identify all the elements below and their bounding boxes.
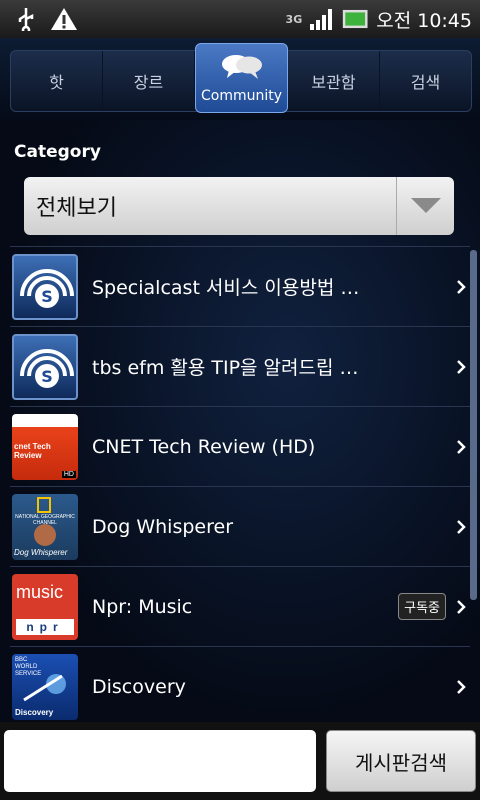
- tab-hot[interactable]: 핫: [11, 51, 103, 111]
- item-title: Npr: Music: [92, 595, 193, 618]
- community-list: S Specialcast 서비스 이용방법 … S tbs efm 활용 TI…: [10, 246, 470, 726]
- tab-label: 핫: [49, 73, 64, 92]
- status-bar: 3G 오전 10:45: [0, 0, 480, 38]
- scrollbar[interactable]: [470, 250, 477, 600]
- chevron-right-icon: [452, 598, 470, 616]
- item-title: Discovery: [92, 675, 186, 698]
- thumb-text: cnet Tech Review: [14, 441, 51, 460]
- chevron-right-icon: [452, 518, 470, 536]
- tab-label: 장르: [133, 73, 164, 92]
- dropdown-arrow-icon[interactable]: [396, 177, 454, 235]
- battery-icon: [342, 5, 370, 33]
- cnet-tech-review-thumbnail: cnet Tech Review HD: [12, 413, 78, 480]
- tab-label: 보관함: [311, 73, 356, 92]
- chevron-right-icon: [452, 278, 470, 296]
- chevron-right-icon: [452, 358, 470, 376]
- subscribed-badge: 구독중: [398, 593, 446, 620]
- category-label: Category: [14, 142, 101, 162]
- board-search-input[interactable]: [4, 730, 316, 792]
- svg-text:S: S: [41, 287, 53, 306]
- thumb-tag: npr: [26, 619, 64, 634]
- tab-genre[interactable]: 장르: [103, 51, 195, 111]
- list-item[interactable]: cnet Tech Review HD CNET Tech Review (HD…: [10, 406, 470, 486]
- chevron-right-icon: [452, 438, 470, 456]
- network-type-label: 3G: [285, 12, 303, 26]
- item-title: Dog Whisperer: [92, 515, 234, 538]
- nat-geo-logo: [37, 496, 51, 513]
- bbc-discovery-thumbnail: BBC WORLD SERVICE Discovery: [12, 653, 78, 720]
- tab-bar: 핫 장르 Community 보관함 검색: [0, 38, 480, 120]
- npr-music-thumbnail: music npr: [12, 573, 78, 640]
- category-selected-value: 전체보기: [36, 196, 117, 221]
- thumb-tag: Dog Whisperer: [14, 547, 68, 557]
- list-item[interactable]: NATIONAL GEOGRAPHIC CHANNEL Dog Whispere…: [10, 486, 470, 566]
- chevron-right-icon: [452, 678, 470, 696]
- item-title: tbs efm 활용 TIP을 알려드립 …: [92, 357, 359, 379]
- tab-search[interactable]: 검색: [380, 51, 471, 111]
- specialcast-logo: S: [12, 333, 78, 400]
- specialcast-logo: S: [12, 253, 78, 320]
- svg-text:S: S: [41, 367, 53, 386]
- usb-icon: [12, 5, 40, 33]
- tab-label: Community: [200, 88, 283, 104]
- chat-bubbles-icon: [219, 52, 265, 86]
- tab-library[interactable]: 보관함: [288, 51, 380, 111]
- list-item[interactable]: S tbs efm 활용 TIP을 알려드립 …: [10, 326, 470, 406]
- list-item[interactable]: music npr Npr: Music 구독중: [10, 566, 470, 646]
- tab-label: 검색: [410, 73, 441, 92]
- signal-icon: [308, 5, 336, 33]
- thumb-tag: Discovery: [15, 707, 54, 717]
- item-title: CNET Tech Review (HD): [92, 435, 316, 458]
- category-dropdown[interactable]: 전체보기: [24, 177, 454, 235]
- community-content: Category 전체보기 S Specialcast 서비스 이용방법 … S…: [0, 120, 480, 722]
- board-search-button[interactable]: 게시판검색: [326, 730, 476, 792]
- clock: 오전 10:45: [376, 9, 472, 32]
- item-title: Specialcast 서비스 이용방법 …: [92, 277, 360, 299]
- list-item[interactable]: BBC WORLD SERVICE Discovery Discovery: [10, 646, 470, 726]
- thumb-tag: HD: [61, 470, 76, 478]
- bottom-search-bar: 게시판검색: [0, 722, 480, 800]
- thumb-text: music: [16, 581, 64, 602]
- tab-community[interactable]: Community: [195, 43, 288, 113]
- list-item[interactable]: S Specialcast 서비스 이용방법 …: [10, 246, 470, 326]
- host-silhouette: [34, 523, 56, 546]
- warning-icon: [50, 5, 78, 33]
- dog-whisperer-thumbnail: NATIONAL GEOGRAPHIC CHANNEL Dog Whispere…: [12, 493, 78, 560]
- npr-logo: npr: [16, 618, 74, 635]
